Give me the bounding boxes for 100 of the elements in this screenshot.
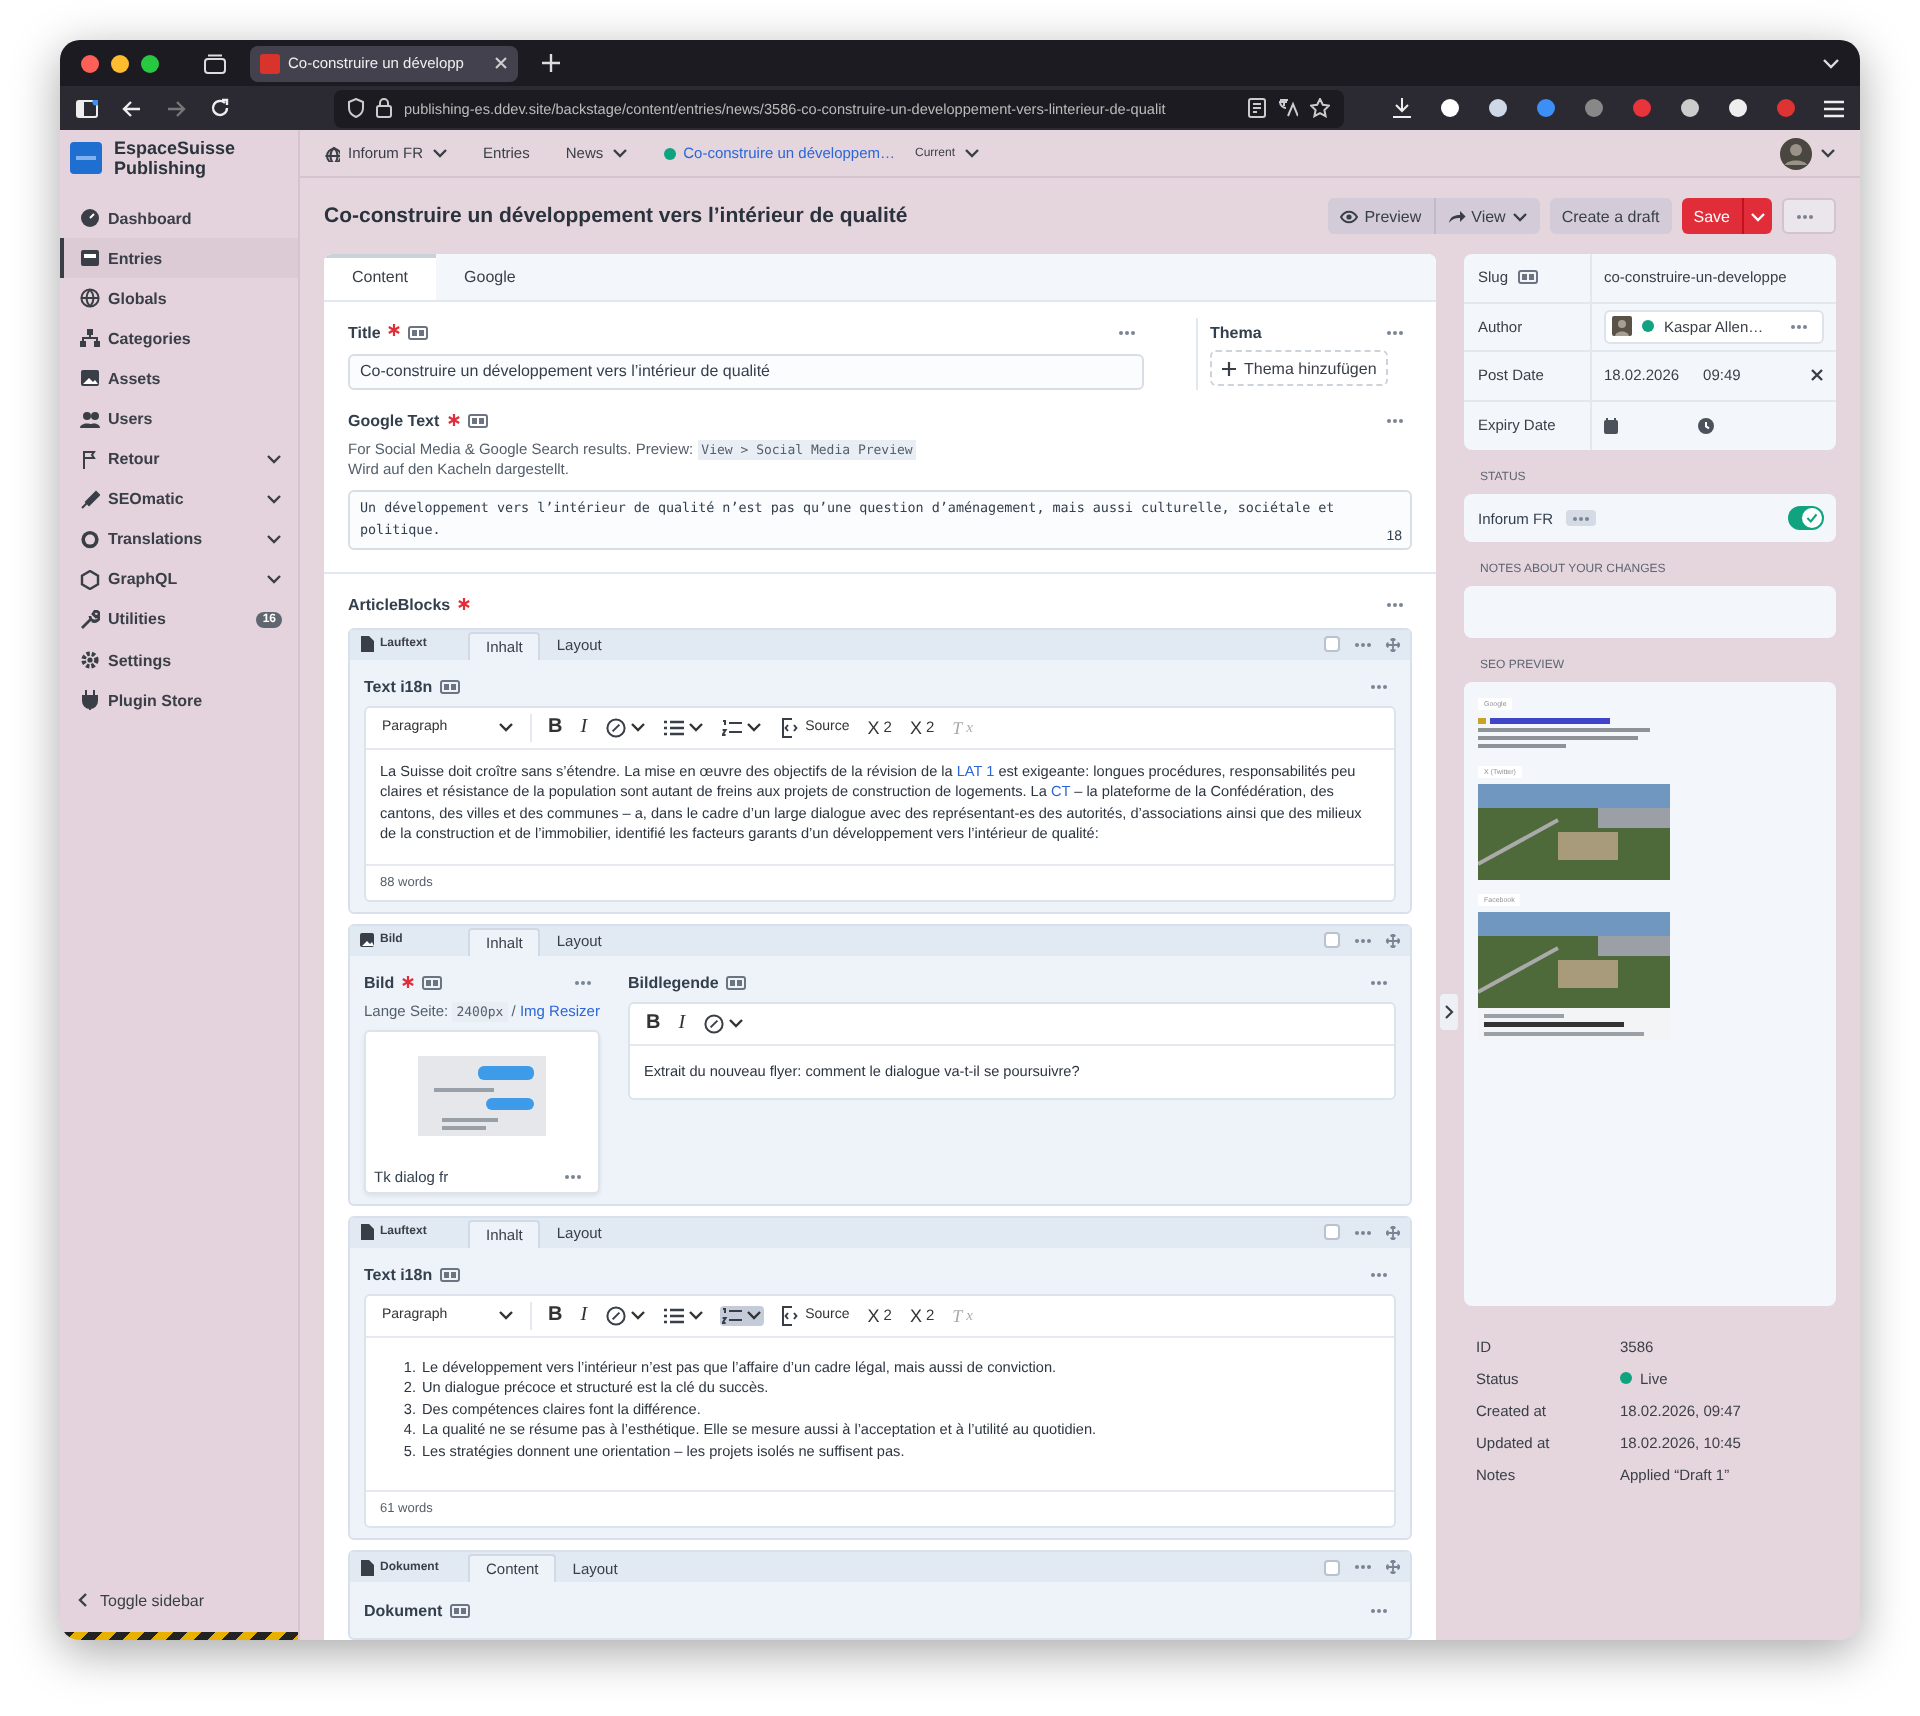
select-checkbox[interactable]	[1324, 636, 1340, 652]
sidebar-item[interactable]: Settings	[60, 640, 298, 681]
sidebar-item[interactable]: Globals	[60, 278, 298, 319]
extension-icon[interactable]	[1488, 98, 1508, 118]
chevron-down-icon	[745, 1308, 762, 1322]
sidebar-item[interactable]: SEOmatic	[60, 479, 298, 520]
tab[interactable]: Content	[324, 254, 437, 300]
more-icon[interactable]	[574, 980, 592, 986]
page-title: Co-construire un développement vers l’intérieur de qualité	[324, 204, 908, 228]
sidebar-item[interactable]: Assets	[60, 358, 298, 399]
more-icon[interactable]	[1386, 418, 1404, 424]
italic-button[interactable]: I	[578, 1302, 590, 1328]
more-icon[interactable]	[1370, 1272, 1388, 1278]
more-icon[interactable]	[1118, 329, 1136, 335]
italic-button[interactable]: I	[676, 1010, 688, 1036]
more-icon[interactable]	[1571, 515, 1590, 521]
user-menu[interactable]	[1780, 137, 1836, 169]
extension-icon[interactable]	[1680, 98, 1700, 118]
bold-button[interactable]: B	[546, 714, 565, 740]
save-options-button[interactable]	[1742, 198, 1772, 234]
toggle-sidebar-button[interactable]: Toggle sidebar	[60, 1580, 298, 1620]
numbered-list-button[interactable]	[719, 1305, 764, 1325]
menu-icon[interactable]	[1824, 99, 1844, 117]
more-icon[interactable]	[1386, 329, 1404, 335]
back-icon[interactable]	[122, 99, 142, 117]
select-checkbox[interactable]	[1324, 1224, 1340, 1240]
extension-icon[interactable]	[1440, 98, 1460, 118]
enabled-toggle[interactable]	[1788, 506, 1824, 530]
clock-icon[interactable]	[1698, 417, 1714, 434]
hierarchy-icon	[80, 328, 100, 349]
more-icon[interactable]	[564, 1173, 582, 1179]
translatable-icon	[467, 414, 488, 428]
bulleted-list-button[interactable]	[661, 1305, 706, 1325]
sidebar-item[interactable]: Plugin Store	[60, 680, 298, 721]
select-checkbox[interactable]	[1324, 932, 1340, 948]
move-handle-icon[interactable]	[1386, 1225, 1400, 1239]
link-button[interactable]	[603, 715, 648, 739]
sidebar-item[interactable]: Translations	[60, 519, 298, 560]
sidebar-item[interactable]: Dashboard	[60, 198, 298, 239]
clear-icon[interactable]	[1810, 368, 1824, 383]
bookmark-star-icon[interactable]	[1310, 98, 1330, 118]
site-options-button[interactable]	[1565, 510, 1596, 526]
more-icon[interactable]	[1370, 684, 1388, 690]
collapse-panel-button[interactable]	[1440, 994, 1458, 1030]
preview-button[interactable]: Preview	[1328, 198, 1436, 234]
create-draft-button[interactable]: Create a draft	[1549, 198, 1672, 234]
extension-icon[interactable]	[1728, 98, 1748, 118]
select-checkbox[interactable]	[1324, 1559, 1340, 1575]
more-icon[interactable]	[1354, 1229, 1372, 1235]
more-icon[interactable]	[1354, 937, 1372, 943]
italic-button[interactable]: I	[578, 714, 590, 740]
more-icon[interactable]	[1796, 213, 1814, 219]
tab-overview-icon[interactable]	[204, 53, 226, 73]
chevron-left-icon	[76, 1592, 88, 1608]
translatable-icon	[408, 325, 429, 339]
add-theme-button[interactable]: Thema hinzufügen	[1210, 350, 1389, 386]
brand-name: EspaceSuisse Publishing	[114, 137, 238, 179]
hexagon-icon	[80, 569, 100, 590]
close-tab-icon[interactable]	[494, 56, 508, 70]
title-input[interactable]: Co-construire un développement vers l’intérieur de qualité	[348, 353, 1144, 389]
sidebar-item[interactable]: Entries	[60, 238, 298, 279]
more-icon[interactable]	[1370, 1607, 1388, 1613]
tab[interactable]: Google	[436, 254, 544, 300]
reader-view-icon[interactable]	[1248, 98, 1266, 118]
caret-icon	[1750, 209, 1766, 223]
sidebar-item[interactable]: GraphQL	[60, 559, 298, 600]
rich-text-editor[interactable]	[364, 1293, 1396, 1528]
notes-input[interactable]	[1464, 586, 1836, 638]
chevron-down-icon	[727, 1016, 744, 1030]
link-button[interactable]	[701, 1011, 746, 1035]
more-icon[interactable]	[1354, 641, 1372, 647]
new-tab-icon[interactable]	[542, 54, 560, 72]
save-button[interactable]: Save	[1681, 198, 1742, 234]
bold-button[interactable]: B	[546, 1302, 565, 1328]
download-icon[interactable]	[1392, 98, 1412, 118]
sidebar-item[interactable]: Categories	[60, 318, 298, 359]
sidebar-icon[interactable]	[76, 99, 98, 117]
move-handle-icon[interactable]	[1386, 1560, 1400, 1574]
more-icon[interactable]	[1370, 980, 1388, 986]
view-button[interactable]: View	[1435, 198, 1540, 234]
forward-icon[interactable]	[166, 99, 186, 117]
image-icon	[360, 932, 374, 948]
move-handle-icon[interactable]	[1386, 933, 1400, 947]
numbered-list-button[interactable]	[719, 717, 764, 737]
more-icon[interactable]	[1386, 602, 1404, 608]
reload-icon[interactable]	[210, 98, 230, 118]
bold-button[interactable]: B	[644, 1010, 663, 1036]
more-icon[interactable]	[1790, 323, 1808, 330]
sidebar-item[interactable]: Users	[60, 398, 298, 440]
required-icon	[388, 324, 401, 336]
link-button[interactable]	[603, 1303, 648, 1327]
calendar-icon[interactable]	[1604, 417, 1618, 434]
rich-text-editor[interactable]	[364, 705, 1396, 901]
more-icon[interactable]	[1354, 1564, 1372, 1570]
traffic-lights-icon[interactable]	[80, 53, 164, 73]
document-icon	[360, 636, 374, 652]
tab-list-icon[interactable]	[1822, 57, 1840, 69]
bulleted-list-button[interactable]	[661, 717, 706, 737]
move-handle-icon[interactable]	[1386, 637, 1400, 651]
sidebar-item[interactable]: Retour	[60, 439, 298, 480]
